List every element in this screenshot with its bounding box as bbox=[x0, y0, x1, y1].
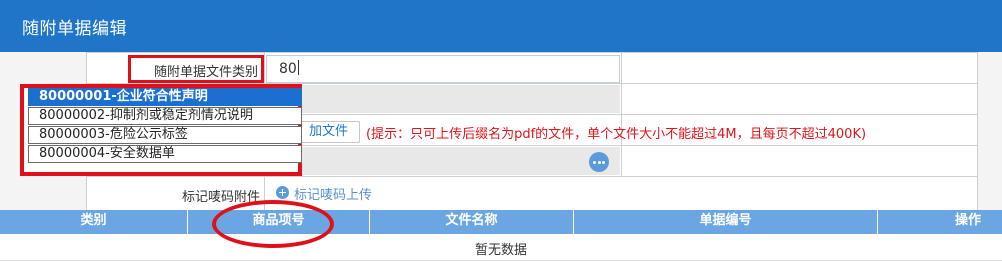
plus-circle-icon[interactable] bbox=[276, 186, 289, 199]
more-dots-icon[interactable] bbox=[589, 152, 609, 172]
doc-type-input[interactable]: 80 bbox=[266, 55, 620, 83]
readonly-field-4 bbox=[266, 147, 620, 175]
dropdown-option[interactable]: 80000001-企业符合性声明 bbox=[28, 88, 302, 106]
dot bbox=[593, 161, 596, 164]
column-header-file-name[interactable]: 文件名称 bbox=[370, 210, 573, 234]
dropdown-option[interactable]: 80000004-安全数据单 bbox=[28, 145, 302, 163]
mark-attachment-label: 标记唛码附件 bbox=[181, 190, 260, 205]
table-body: 暂无数据 bbox=[0, 234, 1002, 261]
readonly-field-2 bbox=[266, 85, 620, 113]
add-file-button[interactable]: 加文件 bbox=[300, 121, 360, 143]
mark-upload-link[interactable]: 标记唛码上传 bbox=[294, 184, 372, 203]
grid-line bbox=[86, 52, 978, 53]
grid-line bbox=[621, 52, 622, 176]
dropdown-option[interactable]: 80000002-抑制剂或稳定剂情况说明 bbox=[28, 107, 302, 125]
dot bbox=[602, 161, 605, 164]
annotation-ellipse bbox=[212, 200, 334, 248]
text-caret bbox=[297, 60, 299, 75]
grid-line bbox=[86, 176, 978, 177]
column-header-doc-number[interactable]: 单据编号 bbox=[574, 210, 877, 234]
empty-state-text: 暂无数据 bbox=[474, 243, 527, 258]
doc-type-label: 随附单据文件类别 bbox=[153, 65, 258, 80]
add-file-button-label: 加文件 bbox=[309, 124, 349, 139]
table-header: 类别 商品项号 文件名称 单据编号 操作 bbox=[0, 210, 1002, 234]
grid-line bbox=[977, 52, 978, 210]
column-header-category[interactable]: 类别 bbox=[0, 210, 187, 234]
dot bbox=[597, 161, 601, 164]
doc-type-input-value: 80 bbox=[279, 61, 297, 77]
dialog-title-bar: 随附单据编辑 bbox=[0, 0, 1002, 52]
dropdown-option[interactable]: 80000003-危险公示标签 bbox=[28, 126, 302, 144]
doc-type-dropdown: 80000001-企业符合性声明 80000002-抑制剂或稳定剂情况说明 80… bbox=[20, 84, 302, 176]
column-header-actions: 操作 bbox=[954, 213, 981, 228]
dialog-title: 随附单据编辑 bbox=[22, 19, 127, 39]
upload-hint: (提示：只可上传后缀名为pdf的文件，单个文件大小不能超过4M，且每页不超过40… bbox=[366, 127, 867, 142]
